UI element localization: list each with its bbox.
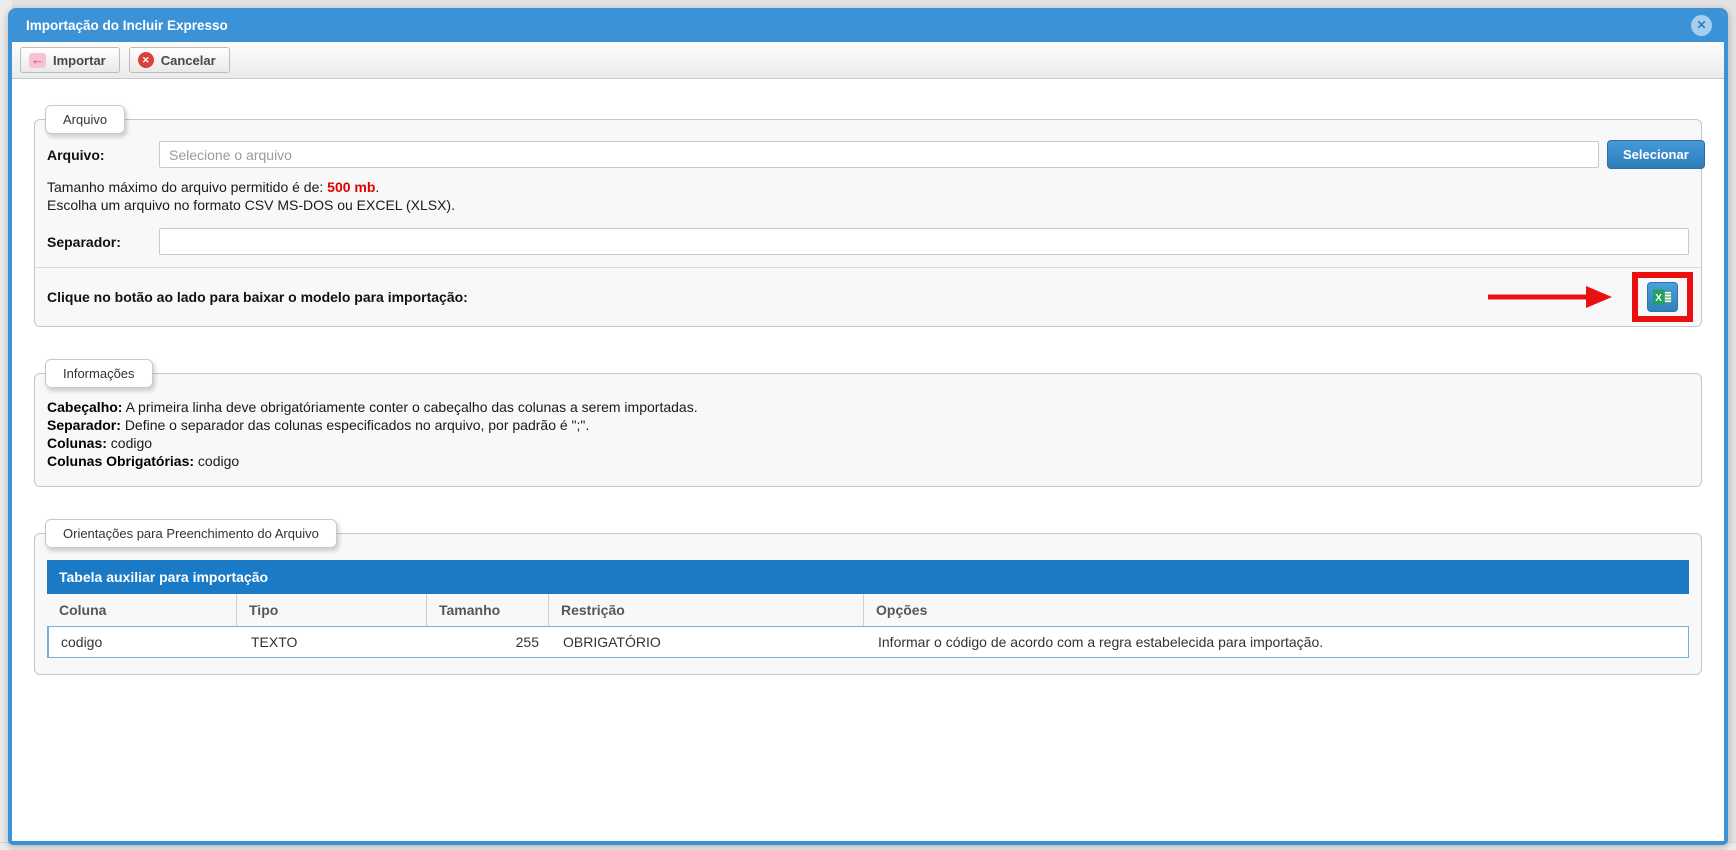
tab-arquivo[interactable]: Arquivo (45, 105, 125, 134)
aux-table-header-row: Coluna Tipo Tamanho Restrição Opções (47, 594, 1689, 626)
guide-panel: Orientações para Preenchimento do Arquiv… (34, 533, 1702, 675)
download-template-controls: X (1486, 272, 1693, 322)
dialog-toolbar: ← Importar ✕ Cancelar (12, 42, 1724, 79)
file-help-text: Tamanho máximo do arquivo permitido é de… (47, 178, 1689, 214)
cancel-button-label: Cancelar (161, 53, 216, 68)
dialog-content: Arquivo Arquivo: Selecionar Tamanho máxi… (12, 79, 1724, 841)
import-button-label: Importar (53, 53, 106, 68)
info-line-text: A primeira linha deve obrigatóriamente c… (126, 399, 698, 415)
red-annotation-arrow-icon (1486, 283, 1616, 311)
max-size-value: 500 mb (327, 179, 375, 195)
svg-text:X: X (1655, 293, 1662, 304)
download-excel-template-button[interactable]: X (1647, 282, 1678, 312)
file-format-text: Escolha um arquivo no formato CSV MS-DOS… (47, 197, 455, 213)
max-size-prefix: Tamanho máximo do arquivo permitido é de… (47, 179, 327, 195)
info-line-required-columns: Colunas Obrigatórias: codigo (47, 452, 1689, 470)
excel-icon: X (1653, 288, 1672, 306)
cell-coluna: codigo (49, 627, 239, 657)
info-line-label: Separador: (47, 417, 121, 433)
max-size-suffix: . (375, 179, 379, 195)
info-line-separator: Separador: Define o separador das coluna… (47, 416, 1689, 434)
info-line-label: Cabeçalho: (47, 399, 122, 415)
download-template-row: Clique no botão ao lado para baixar o mo… (35, 267, 1701, 326)
col-header-opcoes: Opções (864, 594, 1689, 626)
red-annotation-box: X (1632, 272, 1693, 322)
file-input[interactable] (159, 141, 1599, 168)
download-template-text: Clique no botão ao lado para baixar o mo… (47, 289, 468, 305)
col-header-restricao: Restrição (549, 594, 864, 626)
cancel-x-icon: ✕ (138, 52, 154, 68)
info-line-text: Define o separador das colunas especific… (125, 417, 589, 433)
info-line-label: Colunas: (47, 435, 107, 451)
info-line-text: codigo (198, 453, 239, 469)
separator-input[interactable] (159, 228, 1689, 255)
info-line-header: Cabeçalho: A primeira linha deve obrigat… (47, 398, 1689, 416)
import-arrow-icon: ← (29, 53, 46, 68)
file-panel: Arquivo Arquivo: Selecionar Tamanho máxi… (34, 119, 1702, 327)
import-dialog: Importação do Incluir Expresso ✕ ← Impor… (8, 8, 1728, 845)
cell-restricao: OBRIGATÓRIO (551, 627, 866, 657)
info-line-label: Colunas Obrigatórias: (47, 453, 194, 469)
info-line-columns: Colunas: codigo (47, 434, 1689, 452)
col-header-tamanho: Tamanho (427, 594, 549, 626)
info-line-text: codigo (111, 435, 152, 451)
info-lines: Cabeçalho: A primeira linha deve obrigat… (47, 394, 1689, 472)
tab-orientacoes[interactable]: Orientações para Preenchimento do Arquiv… (45, 519, 337, 548)
cell-tipo: TEXTO (239, 627, 429, 657)
select-file-button[interactable]: Selecionar (1607, 140, 1705, 169)
close-icon[interactable]: ✕ (1691, 15, 1712, 36)
tab-informacoes[interactable]: Informações (45, 359, 153, 388)
separator-row: Separador: (47, 228, 1689, 255)
file-label: Arquivo: (47, 147, 159, 163)
table-row: codigo TEXTO 255 OBRIGATÓRIO Informar o … (47, 626, 1689, 658)
cell-tamanho: 255 (429, 627, 551, 657)
col-header-coluna: Coluna (47, 594, 237, 626)
aux-table-title: Tabela auxiliar para importação (47, 560, 1689, 594)
import-button[interactable]: ← Importar (20, 47, 120, 73)
dialog-titlebar: Importação do Incluir Expresso ✕ (12, 12, 1724, 42)
aux-table: Tabela auxiliar para importação Coluna T… (47, 560, 1689, 658)
cell-opcoes: Informar o código de acordo com a regra … (866, 627, 1688, 657)
separator-label: Separador: (47, 234, 159, 250)
cancel-button[interactable]: ✕ Cancelar (129, 47, 230, 73)
file-row: Arquivo: Selecionar (47, 140, 1689, 169)
col-header-tipo: Tipo (237, 594, 427, 626)
info-panel: Informações Cabeçalho: A primeira linha … (34, 373, 1702, 487)
dialog-title: Importação do Incluir Expresso (26, 18, 228, 33)
